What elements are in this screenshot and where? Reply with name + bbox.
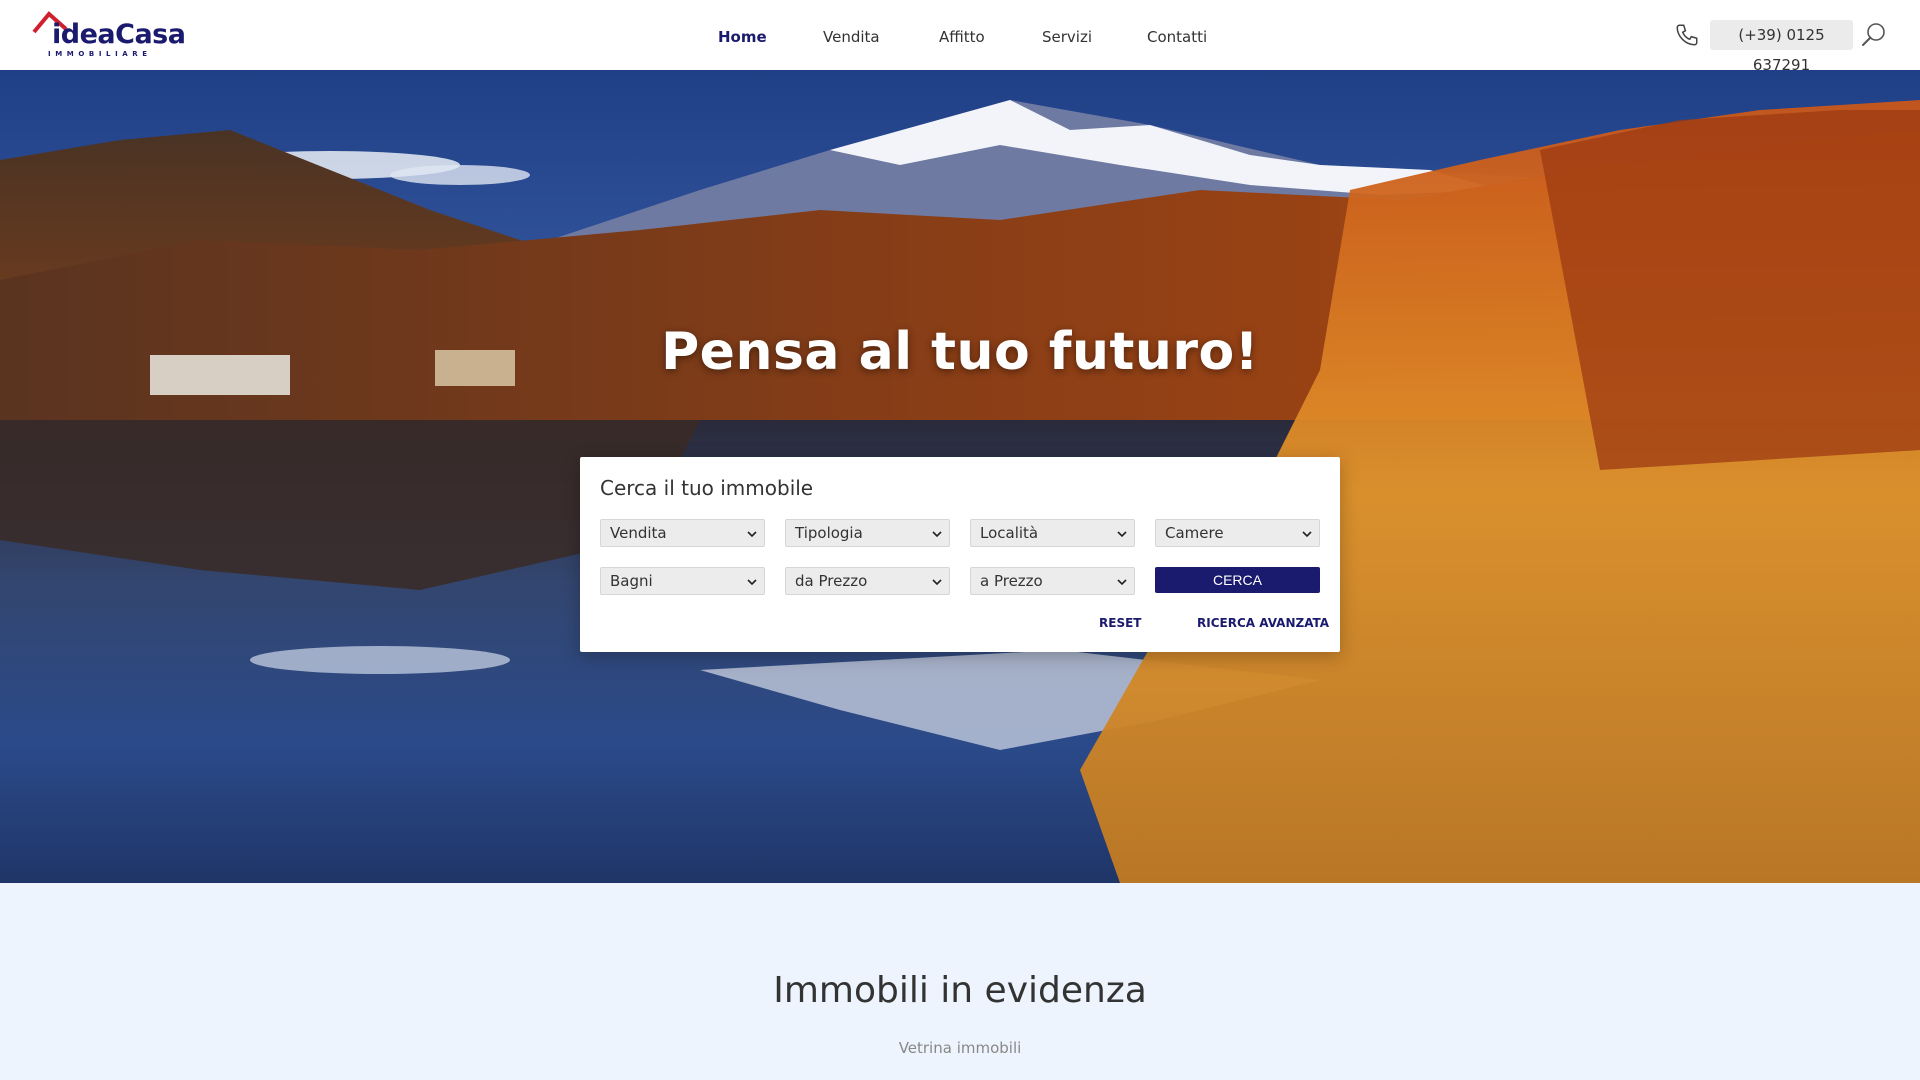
chevron-down-icon <box>1117 531 1127 538</box>
featured-section-subtitle: Vetrina immobili <box>898 1039 1022 1057</box>
price-min-select-value: da Prezzo <box>795 572 868 590</box>
nav-item-contatti[interactable]: Contatti <box>1147 27 1207 47</box>
logo-word-casa: Casa <box>115 19 186 50</box>
property-search-panel: Cerca il tuo immobile Vendita Tipologia … <box>580 457 1340 652</box>
bathrooms-select-value: Bagni <box>610 572 653 590</box>
rooms-select[interactable]: Camere <box>1155 519 1320 547</box>
price-max-select-value: a Prezzo <box>980 572 1043 590</box>
bathrooms-select[interactable]: Bagni <box>600 567 765 595</box>
location-select-value: Località <box>980 524 1039 542</box>
search-panel-title: Cerca il tuo immobile <box>600 476 814 500</box>
phone-number[interactable]: (+39) 0125 637291 <box>1710 20 1853 74</box>
type-select[interactable]: Tipologia <box>785 519 950 547</box>
chevron-down-icon <box>747 579 757 586</box>
site-logo[interactable]: ideaCasa IMMOBILIARE <box>32 10 186 62</box>
chevron-down-icon <box>1302 531 1312 538</box>
chevron-down-icon <box>932 579 942 586</box>
logo-wordmark: ideaCasa <box>52 19 186 50</box>
nav-item-servizi[interactable]: Servizi <box>1042 27 1092 47</box>
rooms-select-value: Camere <box>1165 524 1224 542</box>
price-min-select[interactable]: da Prezzo <box>785 567 950 595</box>
search-submit-button[interactable]: CERCA <box>1155 567 1320 593</box>
advanced-search-link[interactable]: RICERCA AVANZATA <box>1197 615 1329 631</box>
logo-tagline: IMMOBILIARE <box>48 50 152 58</box>
nav-item-vendita[interactable]: Vendita <box>823 27 880 47</box>
location-select[interactable]: Località <box>970 519 1135 547</box>
nav-item-affitto[interactable]: Affitto <box>939 27 985 47</box>
site-header: ideaCasa IMMOBILIARE Home Vendita Affitt… <box>0 0 1920 74</box>
contract-select-value: Vendita <box>610 524 667 542</box>
hero-title: Pensa al tuo futuro! <box>661 322 1259 382</box>
type-select-value: Tipologia <box>795 524 863 542</box>
chevron-down-icon <box>932 531 942 538</box>
chevron-down-icon <box>1117 579 1127 586</box>
phone-icon <box>1676 24 1698 46</box>
price-max-select[interactable]: a Prezzo <box>970 567 1135 595</box>
logo-word-idea: idea <box>52 19 116 50</box>
hero-banner: Pensa al tuo futuro! Cerca il tuo immobi… <box>0 70 1920 883</box>
main-nav: Home Vendita Affitto Servizi Contatti <box>0 0 1920 70</box>
contract-select[interactable]: Vendita <box>600 519 765 547</box>
chevron-down-icon <box>747 531 757 538</box>
featured-section-title: Immobili in evidenza <box>773 970 1147 1011</box>
nav-item-home[interactable]: Home <box>718 27 767 47</box>
reset-link[interactable]: RESET <box>1099 615 1141 631</box>
search-icon[interactable] <box>1860 21 1888 49</box>
